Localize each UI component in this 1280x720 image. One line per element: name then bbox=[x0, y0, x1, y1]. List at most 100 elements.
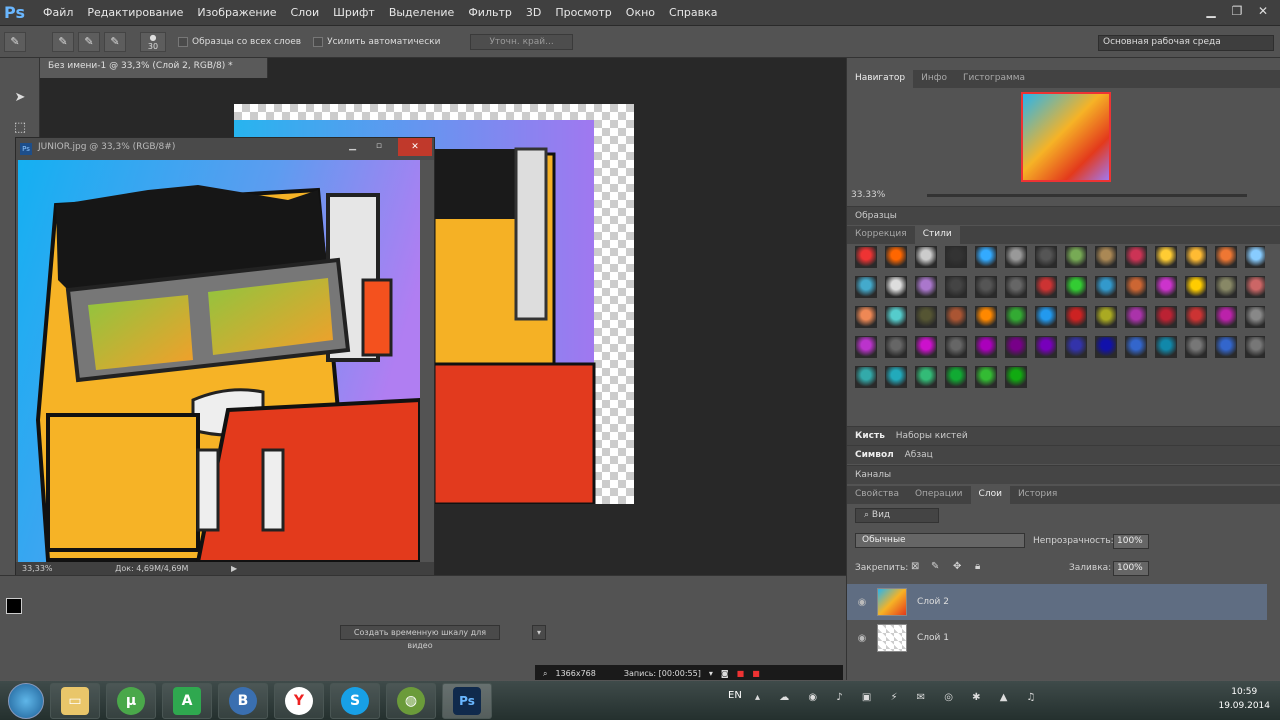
taskbar-app-globe[interactable]: ◍ bbox=[386, 682, 436, 719]
style-swatch[interactable] bbox=[1125, 336, 1147, 358]
style-swatch[interactable] bbox=[1155, 306, 1177, 328]
style-swatch[interactable] bbox=[1245, 336, 1265, 358]
style-swatch[interactable] bbox=[1155, 246, 1177, 268]
subtract-selection-icon[interactable]: ✎ bbox=[104, 31, 126, 52]
navigator-zoom-slider[interactable] bbox=[927, 194, 1247, 197]
taskbar-yandex[interactable]: Y bbox=[274, 682, 324, 719]
style-swatch[interactable] bbox=[855, 336, 877, 358]
taskbar-explorer[interactable]: ▭ bbox=[50, 682, 100, 719]
style-swatch[interactable] bbox=[1185, 306, 1207, 328]
style-swatch[interactable] bbox=[855, 246, 877, 268]
style-swatch[interactable] bbox=[1035, 306, 1057, 328]
style-swatch[interactable] bbox=[1035, 276, 1057, 298]
style-swatch[interactable] bbox=[885, 336, 907, 358]
style-swatch[interactable] bbox=[855, 306, 877, 328]
timeline-dropdown-icon[interactable]: ▾ bbox=[532, 625, 546, 640]
visibility-eye-icon[interactable]: ◉ bbox=[847, 597, 877, 608]
style-swatch[interactable] bbox=[1005, 366, 1027, 388]
recorder-search-icon[interactable]: ⌕ bbox=[543, 669, 547, 679]
tab-actions[interactable]: Операции bbox=[907, 486, 971, 504]
style-swatch[interactable] bbox=[1125, 246, 1147, 268]
style-swatch[interactable] bbox=[1035, 336, 1057, 358]
float-close-icon[interactable]: ✕ bbox=[398, 138, 432, 156]
style-swatch[interactable] bbox=[1185, 246, 1207, 268]
style-swatch[interactable] bbox=[1215, 306, 1237, 328]
menu-select[interactable]: Выделение bbox=[382, 0, 462, 26]
menu-filter[interactable]: Фильтр bbox=[461, 0, 519, 26]
style-swatch[interactable] bbox=[1005, 306, 1027, 328]
style-swatch[interactable] bbox=[1245, 306, 1265, 328]
recorder-camera-icon[interactable]: ◙ bbox=[721, 669, 729, 678]
style-swatch[interactable] bbox=[975, 246, 997, 268]
navigator-zoom[interactable]: 33.33% bbox=[851, 190, 885, 200]
navigator-thumbnail[interactable] bbox=[1021, 92, 1111, 182]
tab-adjustments[interactable]: Коррекция bbox=[847, 226, 915, 244]
style-swatch[interactable] bbox=[1005, 336, 1027, 358]
tab-styles[interactable]: Стили bbox=[914, 226, 960, 244]
style-swatch[interactable] bbox=[1125, 276, 1147, 298]
menu-view[interactable]: Просмотр bbox=[548, 0, 618, 26]
style-swatch[interactable] bbox=[1065, 306, 1087, 328]
style-swatch[interactable] bbox=[945, 366, 967, 388]
style-swatch[interactable] bbox=[855, 276, 877, 298]
tab-layers[interactable]: Слои bbox=[970, 486, 1010, 504]
recorder-dropdown-icon[interactable]: ▾ bbox=[709, 669, 713, 678]
taskbar-app-a[interactable]: A bbox=[162, 682, 212, 719]
style-swatch[interactable] bbox=[885, 306, 907, 328]
style-swatch[interactable] bbox=[1095, 246, 1117, 268]
brush-tool-icon[interactable]: ✎ bbox=[4, 31, 26, 52]
floating-window-titlebar[interactable]: Ps JUNIOR.jpg @ 33,3% (RGB/8#) ▁ ▫ ✕ bbox=[16, 138, 434, 160]
style-swatch[interactable] bbox=[975, 366, 997, 388]
start-button[interactable] bbox=[8, 682, 44, 719]
close-icon[interactable]: ✕ bbox=[1252, 2, 1274, 20]
restore-icon[interactable]: ❐ bbox=[1226, 2, 1248, 20]
auto-enhance-checkbox[interactable] bbox=[313, 36, 324, 47]
style-swatch[interactable] bbox=[885, 246, 907, 268]
tab-navigator[interactable]: Навигатор bbox=[847, 70, 914, 88]
style-swatch[interactable] bbox=[1215, 276, 1237, 298]
tab-brush[interactable]: Кисть bbox=[855, 431, 885, 441]
style-swatch[interactable] bbox=[1065, 336, 1087, 358]
style-swatch[interactable] bbox=[975, 276, 997, 298]
style-swatch[interactable] bbox=[915, 336, 937, 358]
fill-input[interactable]: 100% bbox=[1113, 561, 1149, 576]
opacity-input[interactable]: 100% bbox=[1113, 534, 1149, 549]
style-swatch[interactable] bbox=[1005, 276, 1027, 298]
tab-paragraph[interactable]: Абзац bbox=[905, 450, 933, 460]
tab-histogram[interactable]: Гистограмма bbox=[955, 70, 1033, 88]
taskbar-skype[interactable]: S bbox=[330, 682, 380, 719]
system-clock[interactable]: 10:59 19.09.2014 bbox=[1218, 685, 1270, 713]
style-swatch[interactable] bbox=[915, 366, 937, 388]
create-video-timeline-button[interactable]: Создать временную шкалу для видео bbox=[340, 625, 500, 650]
style-swatch[interactable] bbox=[915, 276, 937, 298]
menu-3d[interactable]: 3D bbox=[519, 0, 548, 26]
taskbar-photoshop[interactable]: Ps bbox=[442, 682, 492, 719]
style-swatch[interactable] bbox=[1155, 336, 1177, 358]
swatches-header[interactable]: Образцы bbox=[847, 206, 1280, 225]
floating-document-window[interactable]: Ps JUNIOR.jpg @ 33,3% (RGB/8#) ▁ ▫ ✕ 33,… bbox=[15, 137, 435, 577]
style-swatch[interactable] bbox=[945, 276, 967, 298]
sample-all-checkbox[interactable] bbox=[178, 36, 188, 47]
menu-layers[interactable]: Слои bbox=[284, 0, 327, 26]
status-arrow-icon[interactable]: ▶ bbox=[231, 564, 237, 573]
document-tab[interactable]: Без имени-1 @ 33,3% (Слой 2, RGB/8) * bbox=[40, 58, 268, 78]
style-swatch[interactable] bbox=[1185, 336, 1207, 358]
blend-mode-select[interactable]: Обычные bbox=[855, 533, 1025, 548]
style-swatch[interactable] bbox=[1095, 276, 1117, 298]
style-swatch[interactable] bbox=[975, 306, 997, 328]
style-swatch[interactable] bbox=[945, 246, 967, 268]
style-swatch[interactable] bbox=[1245, 276, 1265, 298]
style-swatch[interactable] bbox=[1215, 336, 1237, 358]
menu-file[interactable]: Файл bbox=[36, 0, 80, 26]
tab-properties[interactable]: Свойства bbox=[847, 486, 907, 504]
style-swatch[interactable] bbox=[1215, 246, 1237, 268]
recorder-record-icon[interactable]: ■ bbox=[752, 669, 760, 678]
lock-all-icon[interactable]: 🔒︎ bbox=[975, 561, 980, 572]
zoom-level[interactable]: 33,33% bbox=[22, 564, 53, 573]
style-swatch[interactable] bbox=[855, 366, 877, 388]
recorder-stop-icon[interactable]: ■ bbox=[737, 669, 745, 678]
menu-help[interactable]: Справка bbox=[662, 0, 724, 26]
style-swatch[interactable] bbox=[885, 366, 907, 388]
layer-row-1[interactable]: ◉ Слой 1 bbox=[847, 620, 1267, 656]
style-swatch[interactable] bbox=[1155, 276, 1177, 298]
